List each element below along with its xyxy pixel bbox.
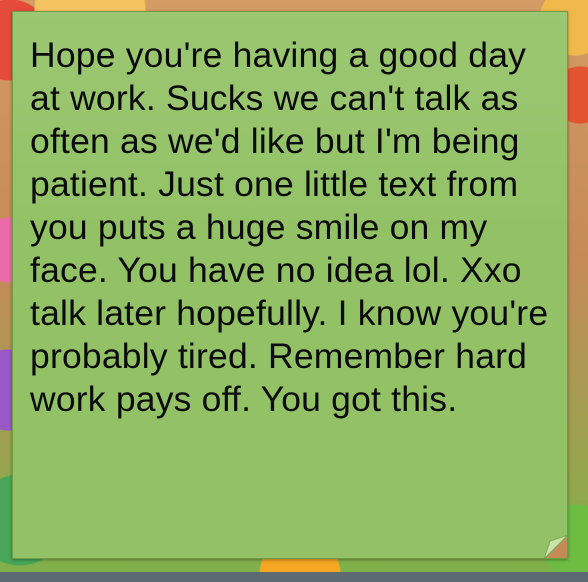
message-bubble[interactable]: Hope you're having a good day at work. S… <box>12 11 568 559</box>
page-curl-icon <box>544 535 567 558</box>
message-text: Hope you're having a good day at work. S… <box>30 35 549 419</box>
bottom-bar <box>0 572 588 582</box>
